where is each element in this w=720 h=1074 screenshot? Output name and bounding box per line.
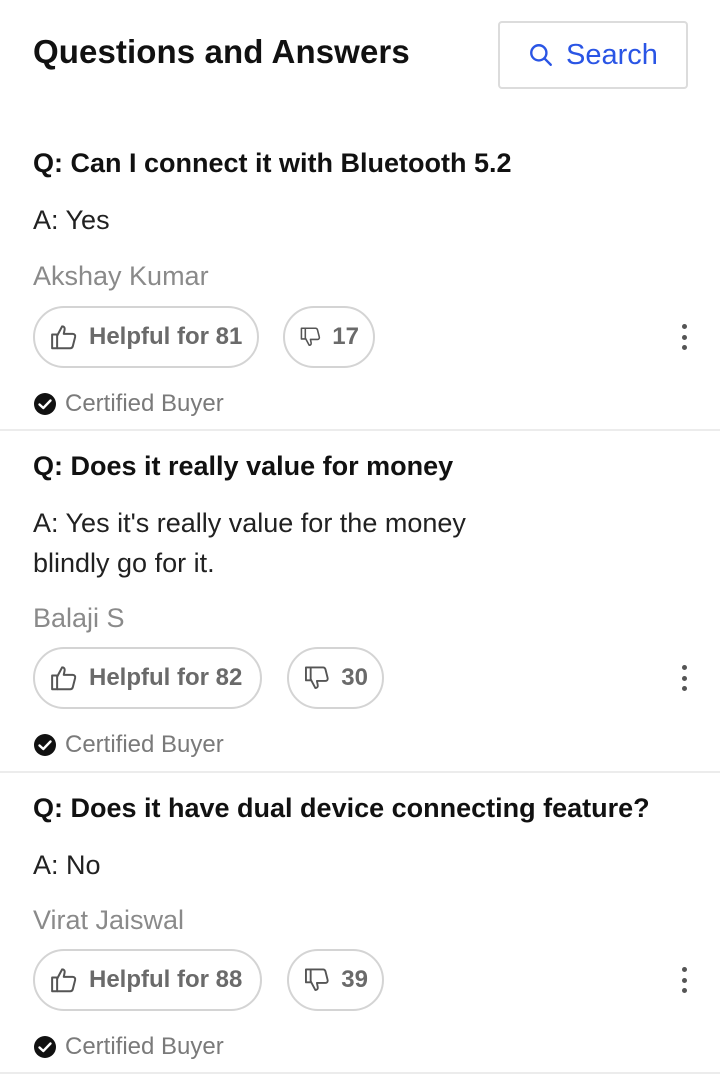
dislike-count: 39 [341, 966, 368, 993]
header: Questions and Answers Search [0, 0, 720, 120]
dislike-button[interactable]: 17 [283, 306, 375, 368]
check-circle-icon [34, 734, 56, 756]
certified-label: Certified Buyer [65, 731, 224, 758]
more-dot [681, 675, 687, 681]
check-circle-icon [34, 393, 56, 415]
thumbs-up-icon [51, 325, 77, 350]
helpful-label: Helpful for 88 [89, 966, 243, 993]
author-name: Balaji S [33, 603, 125, 633]
more-dot [681, 977, 687, 983]
more-options-button[interactable] [672, 965, 696, 995]
thumbs-down-icon [300, 327, 321, 347]
author-name: Virat Jaiswal [33, 905, 185, 935]
page-title: Questions and Answers [33, 33, 410, 70]
more-vertical-icon [681, 967, 687, 972]
question-text: Q: Does it really value for money [33, 451, 454, 481]
question-text: Q: Can I connect it with Bluetooth 5.2 [33, 148, 512, 178]
qa-item: Q: Can I connect it with Bluetooth 5.2 A… [0, 120, 720, 431]
thumbs-up-icon [51, 666, 77, 691]
more-options-button[interactable] [672, 663, 696, 693]
search-button[interactable]: Search [498, 21, 688, 89]
helpful-button[interactable]: Helpful for 82 [33, 647, 262, 709]
check-circle-icon [34, 1036, 56, 1058]
search-icon [530, 44, 552, 66]
dislike-button[interactable]: 30 [287, 647, 384, 709]
answer-line: blindly go for it. [33, 548, 215, 578]
certified-label: Certified Buyer [65, 390, 224, 417]
helpful-label: Helpful for 82 [89, 664, 243, 691]
qa-item: Q: Does it really value for money A: Yes… [0, 431, 720, 773]
search-label: Search [566, 38, 658, 71]
answer-text: A: No [33, 845, 553, 885]
certified-buyer-badge: Certified Buyer [33, 1033, 224, 1061]
answer-text: A: Yes [33, 200, 553, 240]
question-text: Q: Does it have dual device connecting f… [33, 793, 650, 823]
thumbs-down-icon [305, 666, 329, 689]
answer-line: A: No [33, 850, 101, 880]
dislike-count: 17 [332, 323, 359, 350]
more-dot [681, 334, 687, 340]
certified-buyer-badge: Certified Buyer [33, 731, 224, 759]
helpful-button[interactable]: Helpful for 88 [33, 949, 262, 1011]
dislike-button[interactable]: 39 [287, 949, 384, 1011]
helpful-label: Helpful for 81 [89, 323, 243, 350]
dislike-count: 30 [341, 664, 368, 691]
more-dot [681, 686, 687, 691]
certified-label: Certified Buyer [65, 1033, 224, 1060]
more-dot [681, 988, 687, 993]
thumbs-up-icon [51, 968, 77, 993]
answer-line: A: Yes it's really value for the money [33, 508, 466, 538]
helpful-button[interactable]: Helpful for 81 [33, 306, 259, 368]
more-options-button[interactable] [672, 322, 696, 352]
answer-text: A: Yes it's really value for the money b… [33, 503, 553, 583]
more-vertical-icon [681, 324, 687, 329]
answer-line: A: Yes [33, 205, 110, 235]
certified-buyer-badge: Certified Buyer [33, 390, 224, 418]
author-name: Akshay Kumar [33, 261, 209, 291]
thumbs-down-icon [305, 968, 329, 991]
qa-item: Q: Does it have dual device connecting f… [0, 773, 720, 1074]
more-vertical-icon [681, 665, 687, 670]
more-dot [681, 345, 687, 350]
